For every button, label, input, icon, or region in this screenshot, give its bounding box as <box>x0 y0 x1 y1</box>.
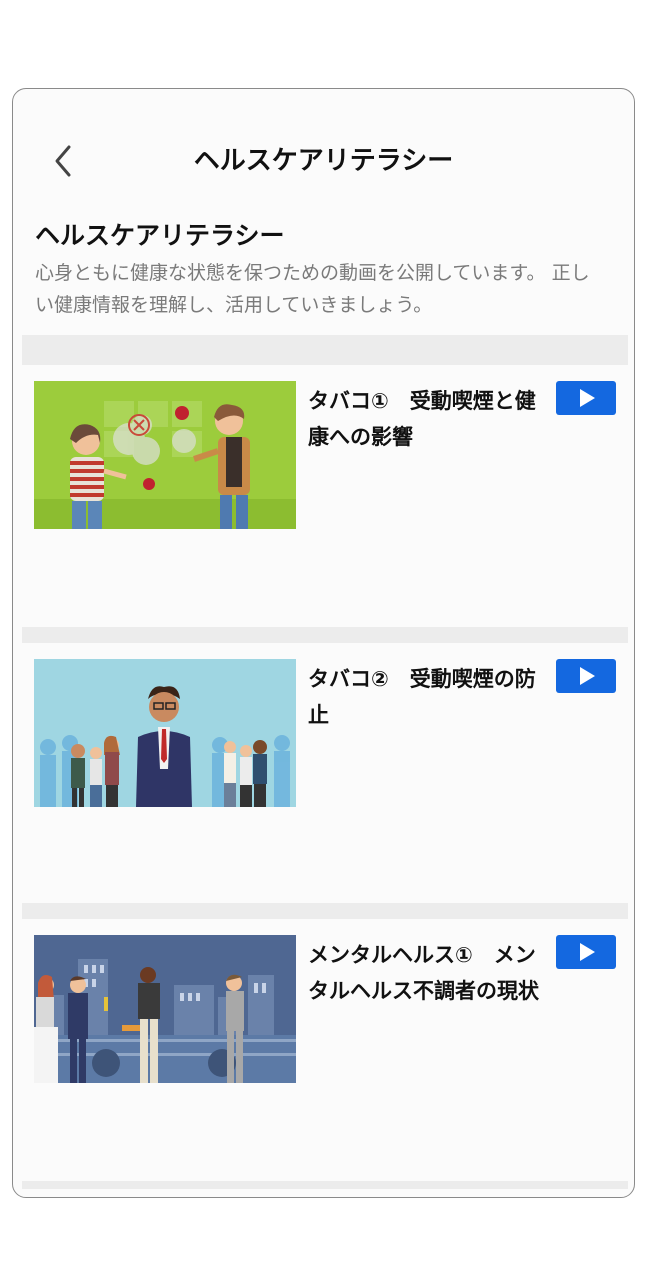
intro-title: ヘルスケアリテラシー <box>35 221 285 250</box>
video-thumbnail[interactable] <box>34 381 296 529</box>
video-card[interactable]: タバコ① 受動喫煙と健康への影響 <box>22 365 628 625</box>
app-frame: ヘルスケアリテラシー ヘルスケアリテラシー 心身ともに健康な状態を保つための動画… <box>12 88 635 1198</box>
play-button[interactable] <box>556 381 616 415</box>
video-thumbnail[interactable] <box>34 659 296 807</box>
play-icon <box>580 389 595 407</box>
crowd-illustration <box>34 659 296 807</box>
play-icon <box>580 667 595 685</box>
video-thumbnail[interactable] <box>34 935 296 1083</box>
smoking-illustration <box>34 381 296 529</box>
app-header: ヘルスケアリテラシー <box>13 89 634 229</box>
play-button[interactable] <box>556 935 616 969</box>
play-icon <box>580 943 595 961</box>
video-title: メンタルヘルス① メンタルヘルス不調者の現状 <box>308 943 539 1003</box>
section-divider <box>22 627 628 643</box>
video-title: タバコ① 受動喫煙と健康への影響 <box>308 389 536 449</box>
video-title: タバコ② 受動喫煙の防止 <box>308 667 536 727</box>
intro-section: ヘルスケアリテラシー 心身ともに健康な状態を保つための動画を公開しています。 正… <box>35 219 595 321</box>
header-title: ヘルスケアリテラシー <box>193 146 454 176</box>
intro-description: 心身ともに健康な状態を保つための動画を公開しています。 正しい健康情報を理解し、… <box>35 262 590 316</box>
section-divider <box>22 335 628 365</box>
video-card[interactable]: タバコ② 受動喫煙の防止 <box>22 643 628 903</box>
play-button[interactable] <box>556 659 616 693</box>
section-divider <box>22 1181 628 1189</box>
section-divider <box>22 903 628 919</box>
video-card[interactable]: メンタルヘルス① メンタルヘルス不調者の現状 <box>22 919 628 1179</box>
office-party-illustration <box>34 935 296 1083</box>
